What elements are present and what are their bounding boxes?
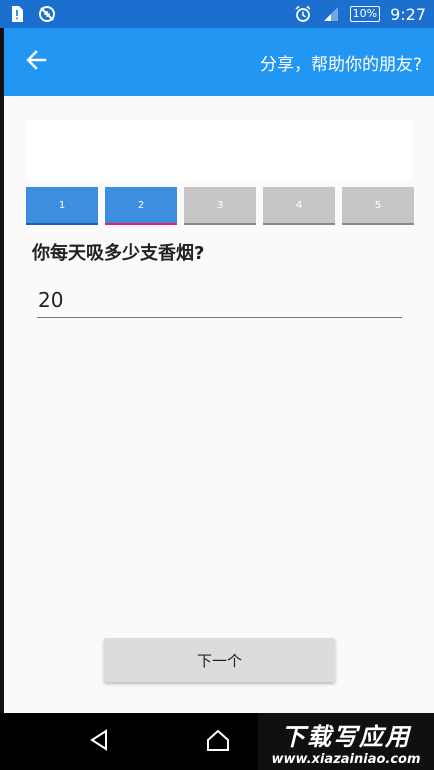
home-icon — [205, 728, 231, 756]
next-button[interactable]: 下一个 — [104, 638, 335, 682]
nav-home-button[interactable] — [203, 727, 233, 757]
data-saver-off-icon — [38, 5, 56, 23]
watermark-logo: 下载写应用 www.xiazainiao.com — [258, 713, 434, 770]
page-title: 分享，帮助你的朋友? — [259, 54, 422, 75]
step-1[interactable]: 1 — [26, 187, 98, 225]
triangle-back-icon — [88, 729, 110, 755]
banner-area — [26, 120, 412, 180]
watermark-main-text: 下载写应用 — [281, 722, 411, 751]
alarm-icon — [294, 5, 312, 23]
step-5[interactable]: 5 — [342, 187, 414, 225]
step-label: 3 — [216, 199, 224, 211]
step-label: 5 — [374, 199, 382, 211]
step-4[interactable]: 4 — [263, 187, 335, 225]
step-indicator: 1 2 3 4 5 — [26, 187, 416, 225]
question-label: 你每天吸多少支香烟? — [32, 243, 205, 264]
clock: 9:27 — [390, 4, 426, 24]
step-3[interactable]: 3 — [184, 187, 256, 225]
status-bar: 10% 9:27 — [0, 0, 434, 28]
step-label: 1 — [58, 199, 66, 211]
step-label: 4 — [295, 199, 303, 211]
battery-indicator: 10% — [349, 6, 381, 22]
app-bar: 分享，帮助你的朋友? — [4, 28, 434, 96]
watermark-sub-text: www.xiazainiao.com — [271, 751, 421, 767]
nav-back-button[interactable] — [84, 727, 114, 757]
step-label: 2 — [137, 199, 145, 211]
back-button[interactable] — [8, 34, 64, 90]
signal-icon — [322, 5, 340, 23]
step-2[interactable]: 2 — [105, 187, 177, 225]
arrow-left-icon — [25, 49, 47, 75]
sim-alert-icon — [8, 5, 26, 23]
cigarettes-per-day-input[interactable] — [37, 282, 402, 318]
main-content: 1 2 3 4 5 你每天吸多少支香烟? 下一个 — [4, 96, 434, 713]
